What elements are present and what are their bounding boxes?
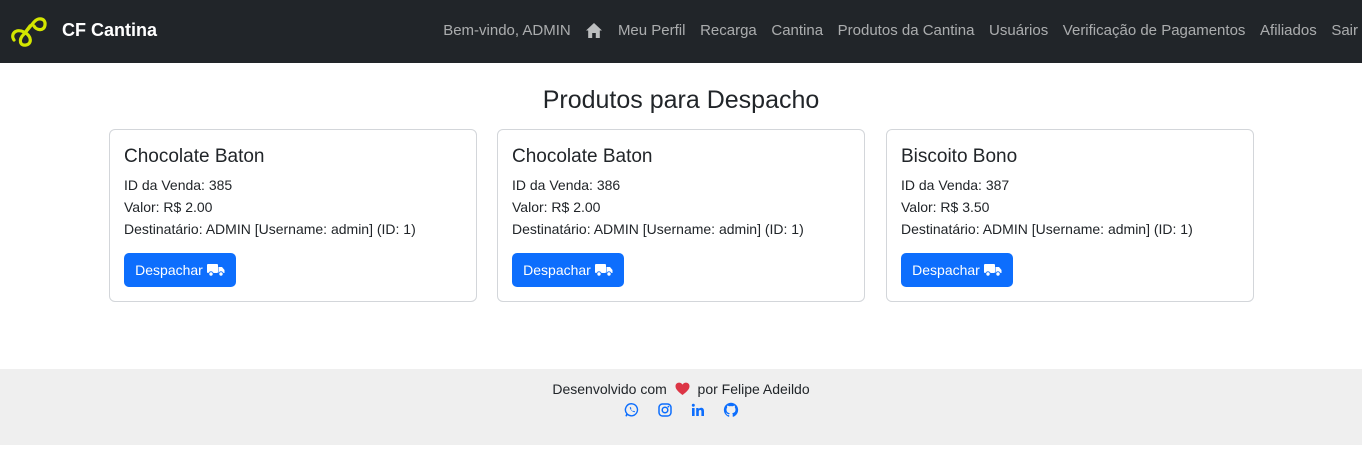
dispatch-button[interactable]: Despachar	[901, 253, 1013, 287]
social-links	[0, 402, 1362, 418]
sale-value: Valor: R$ 2.00	[124, 199, 213, 215]
recipient: Destinatário: ADMIN [Username: admin] (I…	[901, 221, 1193, 237]
sale-id: ID da Venda: 386	[512, 177, 621, 193]
github-link[interactable]	[723, 402, 739, 418]
nav-afiliados[interactable]: Afiliados	[1260, 22, 1317, 39]
truck-icon	[983, 264, 1002, 277]
nav-meu-perfil[interactable]: Meu Perfil	[618, 22, 686, 39]
truck-icon	[206, 264, 225, 277]
dispatch-button-label: Despachar	[135, 262, 203, 278]
recipient: Destinatário: ADMIN [Username: admin] (I…	[512, 221, 804, 237]
linkedin-icon	[691, 403, 704, 416]
github-icon	[723, 402, 738, 417]
product-title: Chocolate Baton	[124, 146, 265, 167]
nav-produtos-da-cantina[interactable]: Produtos da Cantina	[838, 22, 975, 39]
instagram-link[interactable]	[657, 402, 673, 418]
nav-home[interactable]	[585, 22, 603, 39]
brand[interactable]: CF Cantina	[8, 12, 157, 52]
footer-credit: Desenvolvido com por Felipe Adeildo	[0, 381, 1362, 397]
whatsapp-icon	[624, 403, 638, 417]
sale-value: Valor: R$ 3.50	[901, 199, 990, 215]
product-card: Chocolate Baton ID da Venda: 385 Valor: …	[109, 129, 477, 302]
whatsapp-link[interactable]	[624, 402, 640, 418]
dispatch-button-label: Despachar	[912, 262, 980, 278]
linkedin-link[interactable]	[690, 402, 706, 418]
product-title: Biscoito Bono	[901, 146, 1018, 167]
sale-id: ID da Venda: 385	[124, 177, 233, 193]
sale-id: ID da Venda: 387	[901, 177, 1010, 193]
dispatch-button-label: Despachar	[523, 262, 591, 278]
dispatch-button[interactable]: Despachar	[512, 253, 624, 287]
nav-recarga[interactable]: Recarga	[700, 22, 757, 39]
product-card: Chocolate Baton ID da Venda: 386 Valor: …	[497, 129, 865, 302]
dispatch-button[interactable]: Despachar	[124, 253, 236, 287]
brand-logo-icon	[11, 17, 47, 47]
page-title: Produtos para Despacho	[542, 86, 820, 114]
footer: Desenvolvido com por Felipe Adeildo	[0, 369, 1362, 445]
nav-usuarios[interactable]: Usuários	[989, 22, 1048, 39]
nav-welcome[interactable]: Bem-vindo, ADMIN	[443, 22, 571, 39]
instagram-icon	[657, 403, 672, 417]
navbar: CF Cantina Bem-vindo, ADMIN Meu Perfil R…	[0, 0, 1362, 63]
heart-icon	[675, 382, 690, 395]
truck-icon	[594, 264, 613, 277]
home-icon	[586, 23, 603, 38]
sale-value: Valor: R$ 2.00	[512, 199, 601, 215]
nav-links: Bem-vindo, ADMIN Meu Perfil Recarga Cant…	[443, 22, 1358, 39]
nav-sair[interactable]: Sair	[1331, 22, 1358, 39]
nav-cantina[interactable]: Cantina	[771, 22, 823, 39]
brand-name: CF Cantina	[62, 20, 158, 40]
nav-verificacao-pagamentos[interactable]: Verificação de Pagamentos	[1063, 22, 1246, 39]
product-title: Chocolate Baton	[512, 146, 653, 167]
recipient: Destinatário: ADMIN [Username: admin] (I…	[124, 221, 416, 237]
footer-text-after: por Felipe Adeildo	[697, 381, 810, 397]
product-card: Biscoito Bono ID da Venda: 387 Valor: R$…	[886, 129, 1254, 302]
footer-text-before: Desenvolvido com	[552, 381, 667, 397]
